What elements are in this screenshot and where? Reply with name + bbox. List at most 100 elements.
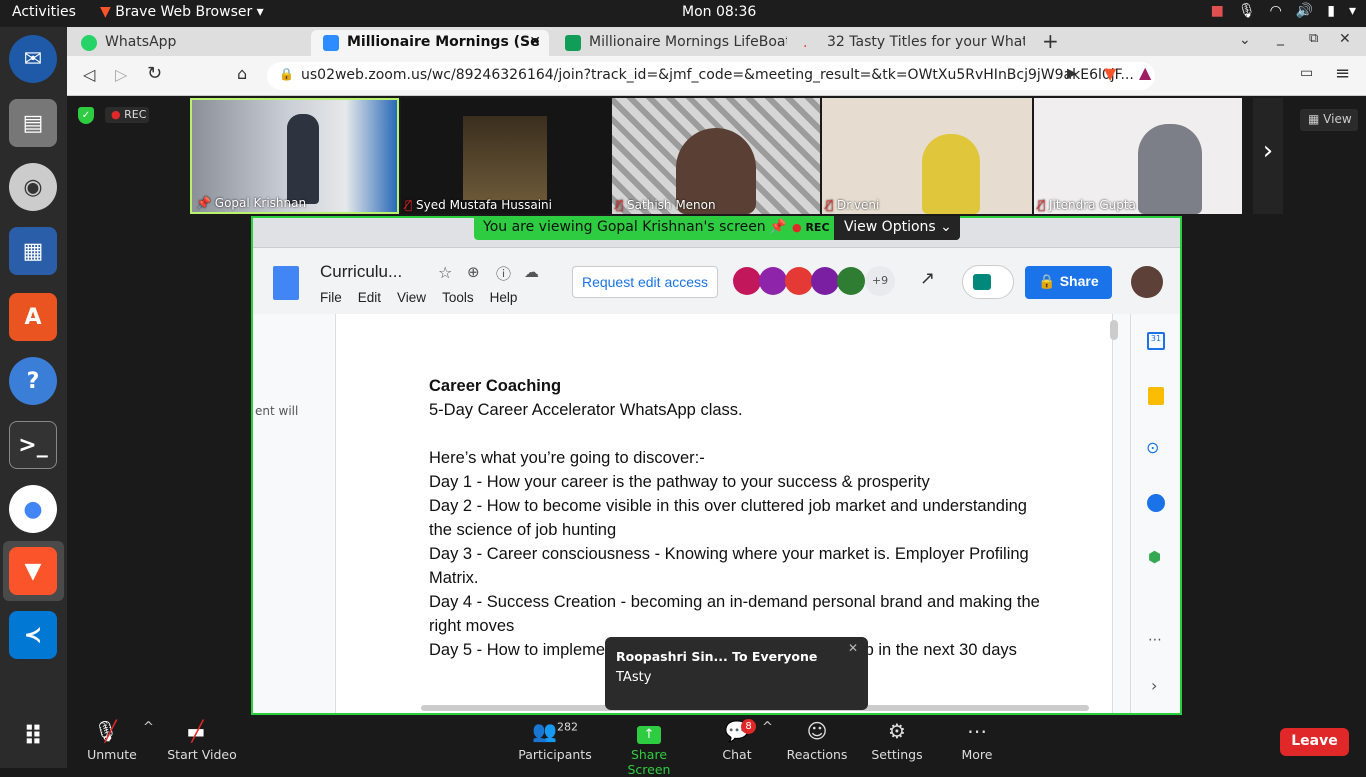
share-button[interactable]: 🔒 Share (1025, 266, 1112, 299)
close-tab-icon[interactable]: ✕ (529, 34, 541, 50)
bookmark-icon[interactable]: ⌂ (237, 64, 247, 83)
move-icon[interactable]: ⊕ (467, 263, 480, 281)
more-apps-icon[interactable]: ⋯ (1148, 632, 1162, 648)
wallet-icon[interactable]: ▭ (1300, 65, 1313, 81)
system-tray[interactable]: ■ 🎙 ◠ 🔊 ▮ ▾ (1211, 3, 1356, 19)
banner-text: You are viewing Gopal Krishnan's screen (483, 219, 766, 235)
video-tile[interactable]: 🎙̸ Dr.veni (822, 98, 1032, 214)
view-button[interactable]: ▦ View (1300, 109, 1358, 131)
libreoffice-writer-icon[interactable]: ▦ (9, 227, 57, 275)
participant-name: 🎙̸ Syed Mustafa Hussaini (405, 198, 552, 212)
cloud-icon[interactable]: ☁ (524, 263, 539, 281)
share-screen-icon: ↑ (609, 719, 689, 747)
tab-tasty-titles[interactable]: . 32 Tasty Titles for your Whats (791, 30, 1025, 56)
tab-search-icon[interactable]: ⌄ (1239, 32, 1251, 48)
rhythmbox-icon[interactable]: ◉ (9, 163, 57, 211)
settings-button[interactable]: ⚙ Settings (857, 719, 937, 762)
tab-whatsapp[interactable]: WhatsApp (69, 30, 309, 56)
gear-icon: ⚙ (888, 719, 906, 743)
back-icon[interactable]: ◁ (83, 65, 95, 84)
camera-permission-icon[interactable]: ▶ (1067, 66, 1077, 81)
recording-indicator[interactable]: ● REC (105, 107, 149, 123)
calendar-icon[interactable]: 31 (1147, 332, 1165, 350)
video-tile[interactable]: 🎙̸ Jitendra Gupta (1034, 98, 1242, 214)
vertical-scrollbar[interactable] (1110, 320, 1118, 340)
close-icon[interactable]: ✕ (848, 641, 858, 655)
menu-file[interactable]: File (320, 290, 342, 305)
chat-options-caret[interactable]: ^ (762, 720, 773, 735)
next-page-button[interactable]: › (1253, 98, 1283, 214)
thunderbird-icon[interactable]: ✉ (9, 35, 57, 83)
collaborator-avatars[interactable]: +9 (733, 266, 895, 296)
participants-button[interactable]: 👥282 Participants (515, 719, 595, 762)
participant-name: 🎙̸ Jitendra Gupta (1038, 198, 1136, 212)
browser-tab-strip: WhatsApp Millionaire Mornings (Se ✕ Mill… (67, 27, 1366, 56)
request-edit-button[interactable]: Request edit access (572, 266, 718, 298)
tab-label: 32 Tasty Titles for your Whats (827, 34, 1025, 50)
lock-icon: 🔒 (1038, 273, 1056, 289)
contacts-icon[interactable] (1147, 494, 1165, 512)
activity-dashboard-icon[interactable]: ↗ (920, 268, 935, 289)
browser-menu-icon[interactable]: ≡ (1335, 63, 1350, 84)
view-options-button[interactable]: View Options ⌄ (834, 216, 960, 240)
unmute-button[interactable]: 🎙╱ Unmute (72, 719, 152, 762)
volume-icon: 🔊 (1295, 3, 1314, 19)
clock[interactable]: Mon 08:36 (682, 4, 756, 20)
files-icon[interactable]: ▤ (9, 99, 57, 147)
tasks-icon[interactable]: ⊙ (1146, 438, 1159, 457)
info-icon[interactable]: ⓘ (496, 263, 511, 284)
audio-options-caret[interactable]: ^ (143, 720, 154, 735)
expand-panel-icon[interactable]: › (1151, 676, 1157, 695)
menu-tools[interactable]: Tools (442, 290, 474, 305)
meet-button[interactable] (962, 265, 1014, 299)
reactions-icon: ☺ (806, 719, 828, 743)
show-apps-icon[interactable]: ⠿ (9, 713, 57, 761)
menu-help[interactable]: Help (490, 290, 518, 305)
terminal-icon[interactable]: >_ (9, 421, 57, 469)
google-docs-icon[interactable] (273, 266, 299, 300)
share-screen-button[interactable]: ↑ Share Screen (609, 719, 689, 777)
doc-title[interactable]: Curriculu... (320, 262, 402, 282)
brave-icon[interactable]: ▼ (9, 547, 57, 595)
help-icon[interactable]: ? (9, 357, 57, 405)
document-text: Career Coaching 5-Day Career Accelerator… (429, 374, 1049, 662)
software-center-icon[interactable]: A (9, 293, 57, 341)
chat-notification[interactable]: Roopashri Sin... To Everyone TAsty ✕ (605, 637, 868, 710)
reload-icon[interactable]: ↻ (147, 63, 162, 84)
forward-icon[interactable]: ▷ (115, 65, 127, 84)
account-avatar[interactable] (1131, 266, 1163, 298)
vscode-icon[interactable]: ≺ (9, 611, 57, 659)
app-menu[interactable]: ▼ Brave Web Browser ▾ (100, 4, 264, 20)
new-tab-button[interactable]: + (1042, 29, 1059, 53)
doc-line: Here’s what you’re going to discover:- (429, 449, 705, 467)
microphone-icon: 🎙 (1237, 3, 1256, 19)
keep-icon[interactable] (1148, 387, 1164, 405)
more-icon: ⋯ (967, 719, 987, 743)
video-tile[interactable]: 🎙̸ Syed Mustafa Hussaini (401, 98, 611, 214)
tab-zoom[interactable]: Millionaire Mornings (Se ✕ (311, 30, 549, 56)
start-video-button[interactable]: ▬╱ Start Video (162, 719, 242, 762)
activities-button[interactable]: Activities (12, 4, 76, 20)
leave-button[interactable]: Leave (1280, 728, 1349, 756)
security-shield-icon[interactable]: ✓ (78, 107, 94, 124)
banner-rec: ● REC (792, 221, 830, 234)
close-window-icon[interactable]: ✕ (1339, 31, 1351, 47)
brave-rewards-icon[interactable]: ▲ (1139, 63, 1151, 82)
star-icon[interactable]: ☆ (438, 263, 452, 282)
rec-label: REC (124, 108, 147, 121)
maps-icon[interactable]: ⬢ (1148, 548, 1161, 566)
minimize-icon[interactable]: _ (1277, 30, 1284, 46)
more-button[interactable]: ⋯ More (937, 719, 1017, 762)
menu-edit[interactable]: Edit (358, 290, 381, 305)
video-tile[interactable]: 🎙̸ Sathish Menon (612, 98, 820, 214)
reactions-button[interactable]: ☺ Reactions (777, 719, 857, 762)
video-tile-speaker[interactable]: 📌 Gopal Krishnan (190, 98, 399, 214)
doc-line: Day 3 - Career consciousness - Knowing w… (429, 545, 1029, 587)
tab-sheets[interactable]: Millionaire Mornings LifeBoat (553, 30, 787, 56)
url-field[interactable]: 🔒 us02web.zoom.us/wc/89246326164/join?tr… (267, 62, 1155, 90)
menu-view[interactable]: View (397, 290, 426, 305)
maximize-icon[interactable]: ⧉ (1309, 31, 1318, 46)
chrome-icon[interactable]: ● (9, 485, 57, 533)
brave-shields-icon[interactable]: ▼ (1104, 64, 1116, 83)
chat-message: TAsty (616, 670, 652, 685)
